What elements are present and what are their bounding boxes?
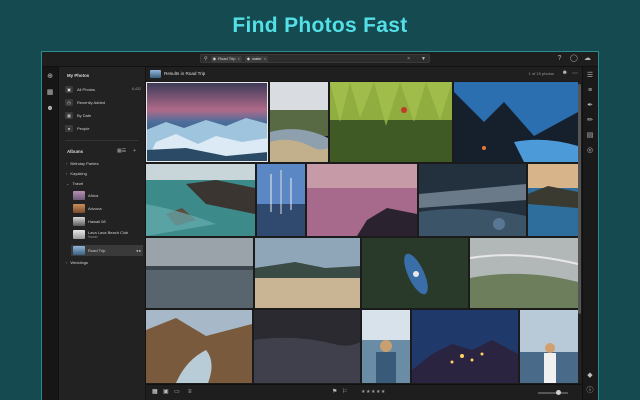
tag-icon: ◆ xyxy=(246,56,250,61)
people-icon[interactable]: ☻ xyxy=(46,105,54,113)
photo-girl-sea[interactable] xyxy=(520,310,578,383)
search-icon: ⚲ xyxy=(204,55,208,62)
sidebar-item-recently-added[interactable]: ◷ Recently Added xyxy=(65,97,141,107)
album-thumbnail xyxy=(73,204,85,213)
search-bar[interactable]: ⚲ ◉ Road Trip × ◆ water × × ▼ xyxy=(200,54,430,63)
square-view-icon[interactable]: ▣ xyxy=(163,389,169,396)
album-birthday-parties[interactable]: › Birthday Parties xyxy=(66,161,99,166)
search-chip-water[interactable]: ◆ water × xyxy=(244,55,269,62)
sidebar: My Photos ▣ All Photos 6,432 ◷ Recently … xyxy=(59,67,146,400)
photo-mountain-lake[interactable] xyxy=(454,82,578,162)
photo-kayak[interactable] xyxy=(362,238,468,308)
chevron-right-icon[interactable]: › xyxy=(66,260,67,265)
photo-sandy-beach[interactable] xyxy=(255,238,360,308)
album-lava-lava-beach-club[interactable]: Lava Lava Beach Club Hawaii xyxy=(73,230,128,239)
search-chip-road-trip[interactable]: ◉ Road Trip × xyxy=(210,55,242,62)
add-photos-icon[interactable]: ⊕ xyxy=(46,73,54,81)
album-thumbnail xyxy=(73,246,85,255)
photo-grid xyxy=(146,82,578,383)
album-travel[interactable]: ⌄ Travel xyxy=(66,181,83,186)
photo-dark-water[interactable] xyxy=(254,310,360,383)
scrollbar-thumb[interactable] xyxy=(578,84,581,314)
photo-icebergs[interactable] xyxy=(146,82,268,162)
flag-icon[interactable]: ⚑ xyxy=(332,389,337,396)
app-window: ⚲ ◉ Road Trip × ◆ water × × ▼ ? ◯ ☁ ⊕ ▦ … xyxy=(42,52,598,400)
album-thumbnail xyxy=(73,230,85,239)
grid-header: Results in Road Trip 1 of 15 photos ☻ ⋯ xyxy=(146,67,582,81)
album-africa[interactable]: Africa xyxy=(73,191,98,200)
photo-rocky-coast[interactable] xyxy=(146,164,255,236)
more-options-icon[interactable]: ⋯ xyxy=(572,70,578,77)
sidebar-item-all-photos[interactable]: ▣ All Photos 6,432 xyxy=(65,84,141,94)
album-kayaking[interactable]: › Kayaking xyxy=(66,171,87,176)
filter-icon[interactable]: ▼ xyxy=(421,56,426,62)
chip-remove-icon[interactable]: × xyxy=(264,56,266,61)
rating-stars[interactable]: ★★★★★ xyxy=(361,389,386,395)
my-photos-header: My Photos xyxy=(67,73,90,78)
help-icon[interactable]: ? xyxy=(556,55,563,62)
photo-night-village[interactable] xyxy=(412,310,518,383)
chip-remove-icon[interactable]: × xyxy=(238,56,240,61)
photo-misty-shore[interactable] xyxy=(146,238,253,308)
top-bar: ⚲ ◉ Road Trip × ◆ water × × ▼ ? ◯ ☁ xyxy=(42,52,598,67)
photo-canyon-river[interactable] xyxy=(146,310,252,383)
info-icon[interactable]: ⓘ xyxy=(586,387,594,395)
flag-outline-icon[interactable]: ⚐ xyxy=(342,389,347,396)
album-hawaii-08[interactable]: Hawaii 08 xyxy=(73,217,106,226)
photo-count: 1 of 15 photos xyxy=(528,71,554,76)
photo-waves[interactable] xyxy=(470,238,578,308)
radial-filter-icon[interactable]: ◎ xyxy=(586,147,594,155)
album-weddings[interactable]: › Weddings xyxy=(66,260,88,265)
location-icon: ◉ xyxy=(212,56,217,61)
divider xyxy=(65,140,139,141)
sidebar-item-people[interactable]: ● People xyxy=(65,123,141,133)
photo-river-bend[interactable] xyxy=(270,82,328,162)
photo-night-harbor[interactable] xyxy=(419,164,526,236)
photo-pink-sea[interactable] xyxy=(307,164,417,236)
photos-icon: ▣ xyxy=(65,85,73,93)
panel-toggle-icon[interactable]: ☰ xyxy=(586,72,594,80)
cloud-sync-icon[interactable]: ☁ xyxy=(584,55,591,62)
left-rail: ⊕ ▦ ☻ xyxy=(42,67,59,400)
chevron-right-icon[interactable]: › xyxy=(66,161,67,166)
photo-dead-trees[interactable] xyxy=(257,164,305,236)
albums-header: Albums xyxy=(67,149,84,154)
share-people-icon[interactable]: ☻ xyxy=(562,70,568,76)
album-road-trip[interactable]: Road Trip ●● xyxy=(71,245,143,256)
person-icon: ● xyxy=(65,124,73,132)
adjust-sliders-icon[interactable]: ≡ xyxy=(586,87,594,95)
healing-brush-icon[interactable]: ✒ xyxy=(586,102,594,110)
notifications-icon[interactable]: ◯ xyxy=(570,55,578,62)
album-arizona[interactable]: Arizona xyxy=(73,204,102,213)
shared-album-icon: ●● xyxy=(136,248,141,253)
zoom-slider-handle[interactable] xyxy=(556,390,561,395)
album-view-toggle-icon[interactable]: ▦☰ xyxy=(117,148,126,154)
detail-view-icon[interactable]: ▭ xyxy=(174,389,180,396)
library-icon[interactable]: ▦ xyxy=(46,89,54,97)
album-cover-thumbnail xyxy=(150,70,161,78)
album-thumbnail xyxy=(73,191,85,200)
sort-icon[interactable]: ≡ xyxy=(188,389,192,396)
gradient-icon[interactable]: ▤ xyxy=(586,132,594,140)
photo-coast-bay[interactable] xyxy=(528,164,578,236)
promo-headline: Find Photos Fast xyxy=(232,14,408,37)
brush-icon[interactable]: ✏ xyxy=(586,117,594,125)
sidebar-item-by-date[interactable]: ▦ By Date xyxy=(65,110,141,120)
calendar-icon: ▦ xyxy=(65,111,73,119)
album-thumbnail xyxy=(73,217,85,226)
zoom-slider[interactable] xyxy=(538,390,568,395)
photo-willow-pond[interactable] xyxy=(330,82,452,162)
page-title: Results in Road Trip xyxy=(164,71,206,76)
photo-woman-lake[interactable] xyxy=(362,310,410,383)
clock-icon: ◷ xyxy=(65,98,73,106)
chevron-down-icon[interactable]: ⌄ xyxy=(66,181,69,186)
right-rail: ☰ ≡ ✒ ✏ ▤ ◎ ◆ ⓘ xyxy=(582,67,598,400)
tag-icon[interactable]: ◆ xyxy=(586,372,594,380)
scrollbar[interactable] xyxy=(578,82,581,383)
bottom-toolbar: ▦ ▣ ▭ ≡ ⚑ ⚐ ★★★★★ xyxy=(146,384,582,400)
grid-view-icon[interactable]: ▦ xyxy=(152,389,158,396)
add-album-icon[interactable]: + xyxy=(133,148,136,154)
clear-search-icon[interactable]: × xyxy=(407,56,410,62)
chevron-right-icon[interactable]: › xyxy=(66,171,67,176)
